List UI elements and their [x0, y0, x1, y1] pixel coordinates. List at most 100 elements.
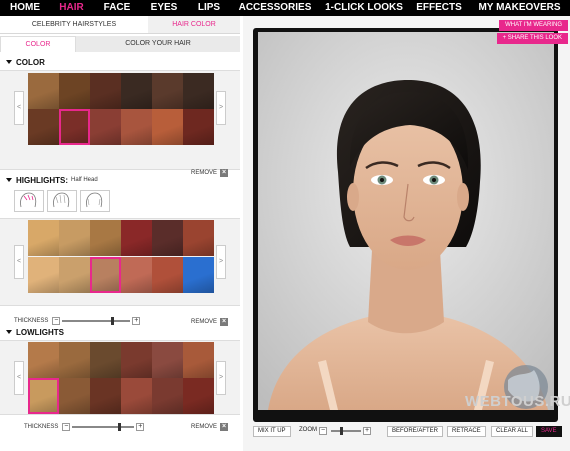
hair-color-swatch[interactable]	[121, 109, 152, 145]
nav-effects[interactable]: EFFECTS	[409, 0, 469, 16]
hair-color-swatch[interactable]	[183, 378, 214, 414]
hair-color-swatch[interactable]	[28, 109, 59, 145]
hair-color-swatch[interactable]	[121, 220, 152, 256]
hair-color-swatch[interactable]	[90, 73, 121, 109]
highlight-pattern-face-frame[interactable]	[80, 190, 110, 212]
collapse-triangle-icon	[6, 60, 12, 64]
highlights-section-title: HIGHLIGHTS:	[16, 175, 68, 185]
nav-eyes[interactable]: EYES	[141, 0, 187, 16]
nav-1-click-looks[interactable]: 1-CLICK LOOKS	[319, 0, 409, 16]
color-section-header[interactable]: COLOR	[0, 56, 240, 68]
preview-panel: WHAT I'M WEARING + SHARE THIS LOOK MIX I…	[243, 16, 570, 451]
lowlights-prev-arrow-icon[interactable]: <	[14, 361, 24, 395]
hair-color-swatch[interactable]	[28, 378, 59, 414]
mix-it-up-button[interactable]: MIX IT UP	[253, 426, 291, 437]
hair-color-swatch[interactable]	[59, 220, 90, 256]
hair-color-swatch[interactable]	[59, 257, 90, 293]
hair-color-swatch[interactable]	[152, 342, 183, 378]
highlights-remove-button[interactable]: REMOVE ×	[191, 318, 229, 326]
tab-hair-color[interactable]: HAIR COLOR	[148, 16, 240, 33]
retrace-button[interactable]: RETRACE	[447, 426, 486, 437]
watermark-text: WEBTOUS.RU	[465, 393, 570, 410]
app-root: HOME HAIR FACE EYES LIPS ACCESSORIES 1-C…	[0, 0, 570, 451]
lowlights-thickness-control: THICKNESS − +	[24, 423, 145, 431]
hair-color-swatch[interactable]	[152, 378, 183, 414]
head-sketch-icon	[86, 192, 103, 208]
hair-color-swatch[interactable]	[152, 257, 183, 293]
hair-color-swatch[interactable]	[28, 257, 59, 293]
hair-color-swatch[interactable]	[183, 220, 214, 256]
hair-color-swatch[interactable]	[121, 73, 152, 109]
highlight-pattern-half-head[interactable]	[14, 190, 44, 212]
hair-color-swatch[interactable]	[90, 257, 121, 293]
what-im-wearing-button[interactable]: WHAT I'M WEARING	[499, 20, 568, 31]
hair-color-swatch[interactable]	[28, 73, 59, 109]
hair-color-swatch[interactable]	[152, 220, 183, 256]
highlights-next-arrow-icon[interactable]: >	[216, 245, 226, 279]
nav-accessories[interactable]: ACCESSORIES	[231, 0, 319, 16]
lowlights-swatch-area: < >	[0, 340, 240, 415]
hair-color-swatch[interactable]	[90, 220, 121, 256]
tab-celebrity-hairstyles[interactable]: CELEBRITY HAIRSTYLES	[0, 16, 148, 33]
thickness-increase-button[interactable]: +	[132, 317, 141, 325]
highlights-thickness-control: THICKNESS − +	[14, 317, 141, 325]
slider-track	[331, 430, 361, 432]
hair-color-swatch[interactable]	[183, 257, 214, 293]
before-after-button[interactable]: BEFORE/AFTER	[387, 426, 444, 437]
highlights-swatch-grid	[28, 220, 214, 294]
highlights-prev-arrow-icon[interactable]: <	[14, 245, 24, 279]
lowlights-remove-button[interactable]: REMOVE ×	[191, 423, 229, 431]
hair-color-swatch[interactable]	[183, 109, 214, 145]
share-this-look-button[interactable]: + SHARE THIS LOOK	[496, 33, 568, 44]
nav-lips[interactable]: LIPS	[187, 0, 231, 16]
highlight-pattern-full-head[interactable]	[47, 190, 77, 212]
thickness-increase-button[interactable]: +	[136, 423, 145, 431]
hair-color-swatch[interactable]	[59, 342, 90, 378]
hair-color-swatch[interactable]	[183, 73, 214, 109]
color-section-title: COLOR	[16, 57, 45, 67]
slider-track	[62, 320, 131, 322]
slider-track	[72, 426, 135, 428]
zoom-out-button[interactable]: −	[319, 427, 327, 435]
hair-color-swatch[interactable]	[121, 257, 152, 293]
lowlights-thickness-slider[interactable]	[72, 423, 135, 431]
slider-knob[interactable]	[111, 317, 115, 325]
hair-color-swatch[interactable]	[183, 342, 214, 378]
hair-color-swatch[interactable]	[59, 109, 90, 145]
thickness-decrease-button[interactable]: −	[52, 317, 61, 325]
tab-color-your-hair[interactable]: COLOR YOUR HAIR	[76, 36, 240, 52]
hair-color-swatch[interactable]	[90, 342, 121, 378]
hair-color-swatch[interactable]	[121, 378, 152, 414]
lowlights-section-header[interactable]: LOWLIGHTS	[0, 326, 240, 338]
head-sketch-icon	[53, 192, 70, 208]
slider-knob[interactable]	[340, 427, 343, 435]
nav-hair[interactable]: HAIR	[50, 0, 93, 16]
color-next-arrow-icon[interactable]: >	[216, 91, 226, 125]
nav-face[interactable]: FACE	[93, 0, 141, 16]
clear-all-button[interactable]: CLEAR ALL	[491, 426, 534, 437]
hair-color-swatch[interactable]	[59, 73, 90, 109]
thickness-decrease-button[interactable]: −	[62, 423, 71, 431]
hair-color-swatch[interactable]	[121, 342, 152, 378]
tab-color[interactable]: COLOR	[0, 36, 76, 52]
lowlights-next-arrow-icon[interactable]: >	[216, 361, 226, 395]
color-swatch-grid	[28, 73, 214, 145]
hair-color-swatch[interactable]	[28, 220, 59, 256]
save-button[interactable]: SAVE	[536, 426, 562, 437]
slider-knob[interactable]	[118, 423, 122, 431]
hair-color-swatch[interactable]	[59, 378, 90, 414]
zoom-in-button[interactable]: +	[363, 427, 371, 435]
highlights-section-header[interactable]: HIGHLIGHTS: Half Head	[0, 174, 240, 186]
hair-color-swatch[interactable]	[152, 73, 183, 109]
nav-my-makeovers[interactable]: MY MAKEOVERS	[469, 0, 570, 16]
hair-color-swatch[interactable]	[152, 109, 183, 145]
hair-color-swatch[interactable]	[28, 342, 59, 378]
hair-color-swatch[interactable]	[90, 378, 121, 414]
zoom-slider[interactable]	[331, 427, 361, 435]
highlights-thickness-slider[interactable]	[62, 317, 131, 325]
hair-color-swatch[interactable]	[90, 109, 121, 145]
highlights-section: HIGHLIGHTS: Half Head < > THICKNESS − + …	[0, 174, 240, 334]
nav-home[interactable]: HOME	[0, 0, 50, 16]
collapse-triangle-icon	[6, 178, 12, 182]
color-prev-arrow-icon[interactable]: <	[14, 91, 24, 125]
